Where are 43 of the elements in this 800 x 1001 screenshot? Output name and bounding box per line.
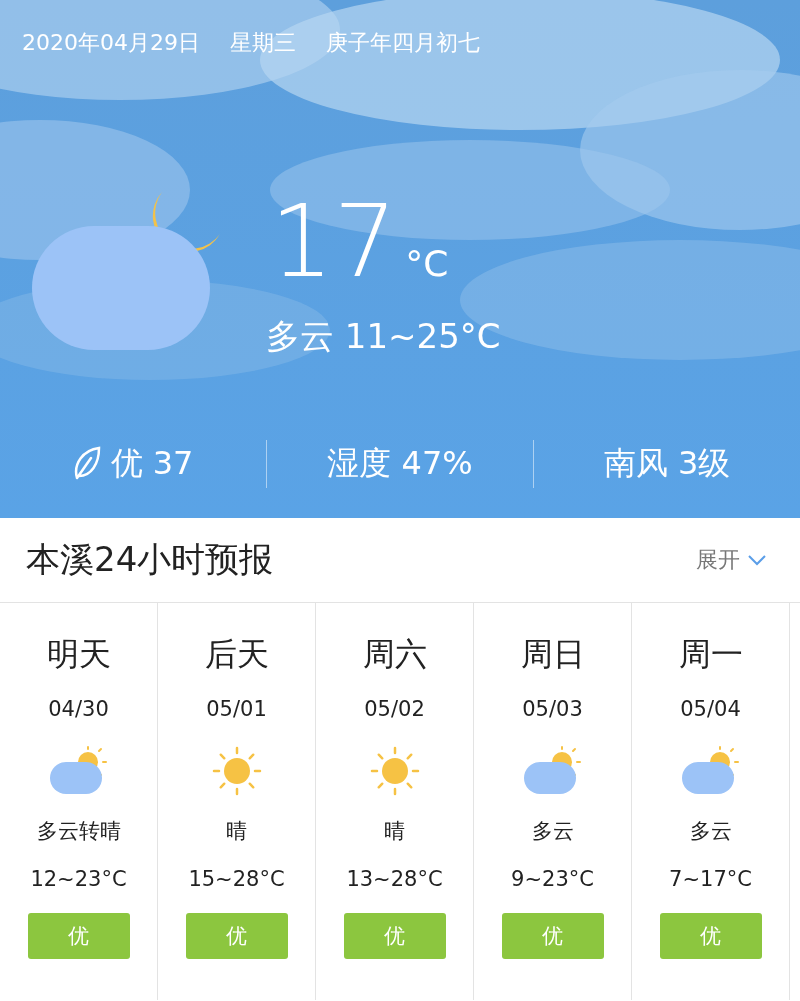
day-label: 周日 [520,634,585,675]
leaf-icon [72,446,101,482]
unit-text: °C [405,243,449,284]
air-quality-badge: 优 [343,913,446,959]
air-quality-badge: 优 [27,913,130,959]
expand-button[interactable]: 展开 [696,545,766,575]
temperature-range: 7~17°C [669,867,752,891]
temperature-range: 15~28°C [188,867,285,891]
date-text: 2020年04月29日 [22,29,200,57]
temperature-range: 12~23°C [30,867,127,891]
wind-text: 南风 3级 [603,443,731,484]
day-label: 明天 [46,634,111,675]
sun-icon [368,745,421,797]
condition-text: 晴 [226,818,247,845]
temperature-text: 17 [270,192,398,292]
temperature-range: 13~28°C [346,867,443,891]
air-quality-badge: 优 [659,913,762,959]
forecast-title: 本溪24小时预报 [26,538,274,581]
day-label: 后天 [204,634,269,675]
day-label: 周六 [362,634,427,675]
temperature-range: 9~23°C [511,867,594,891]
date-text: 05/04 [680,697,741,721]
condition-text: 多云 [531,818,574,845]
chevron-down-icon [748,554,766,566]
lunar-date-text: 庚子年四月初七 [326,29,480,57]
cloud-sun-icon [47,746,110,796]
weekday-text: 星期三 [230,29,296,57]
humidity-text: 湿度 47% [327,443,473,484]
date-text: 04/30 [48,697,109,721]
condition-text: 多云转晴 [36,818,121,845]
cloud-sun-icon [679,746,742,796]
air-quality-badge: 优 [185,913,288,959]
air-quality-badge: 优 [501,913,604,959]
day-label: 周一 [678,634,743,675]
date-text: 05/01 [206,697,267,721]
date-text: 05/02 [364,697,425,721]
air-quality-text: 优 37 [110,443,194,484]
cloud-sun-icon [521,746,584,796]
condition-text: 晴 [384,818,405,845]
sun-icon [210,745,263,797]
condition-text: 多云 [689,818,732,845]
date-text: 05/03 [522,697,583,721]
condition-text: 多云 11~25°C [266,315,501,358]
